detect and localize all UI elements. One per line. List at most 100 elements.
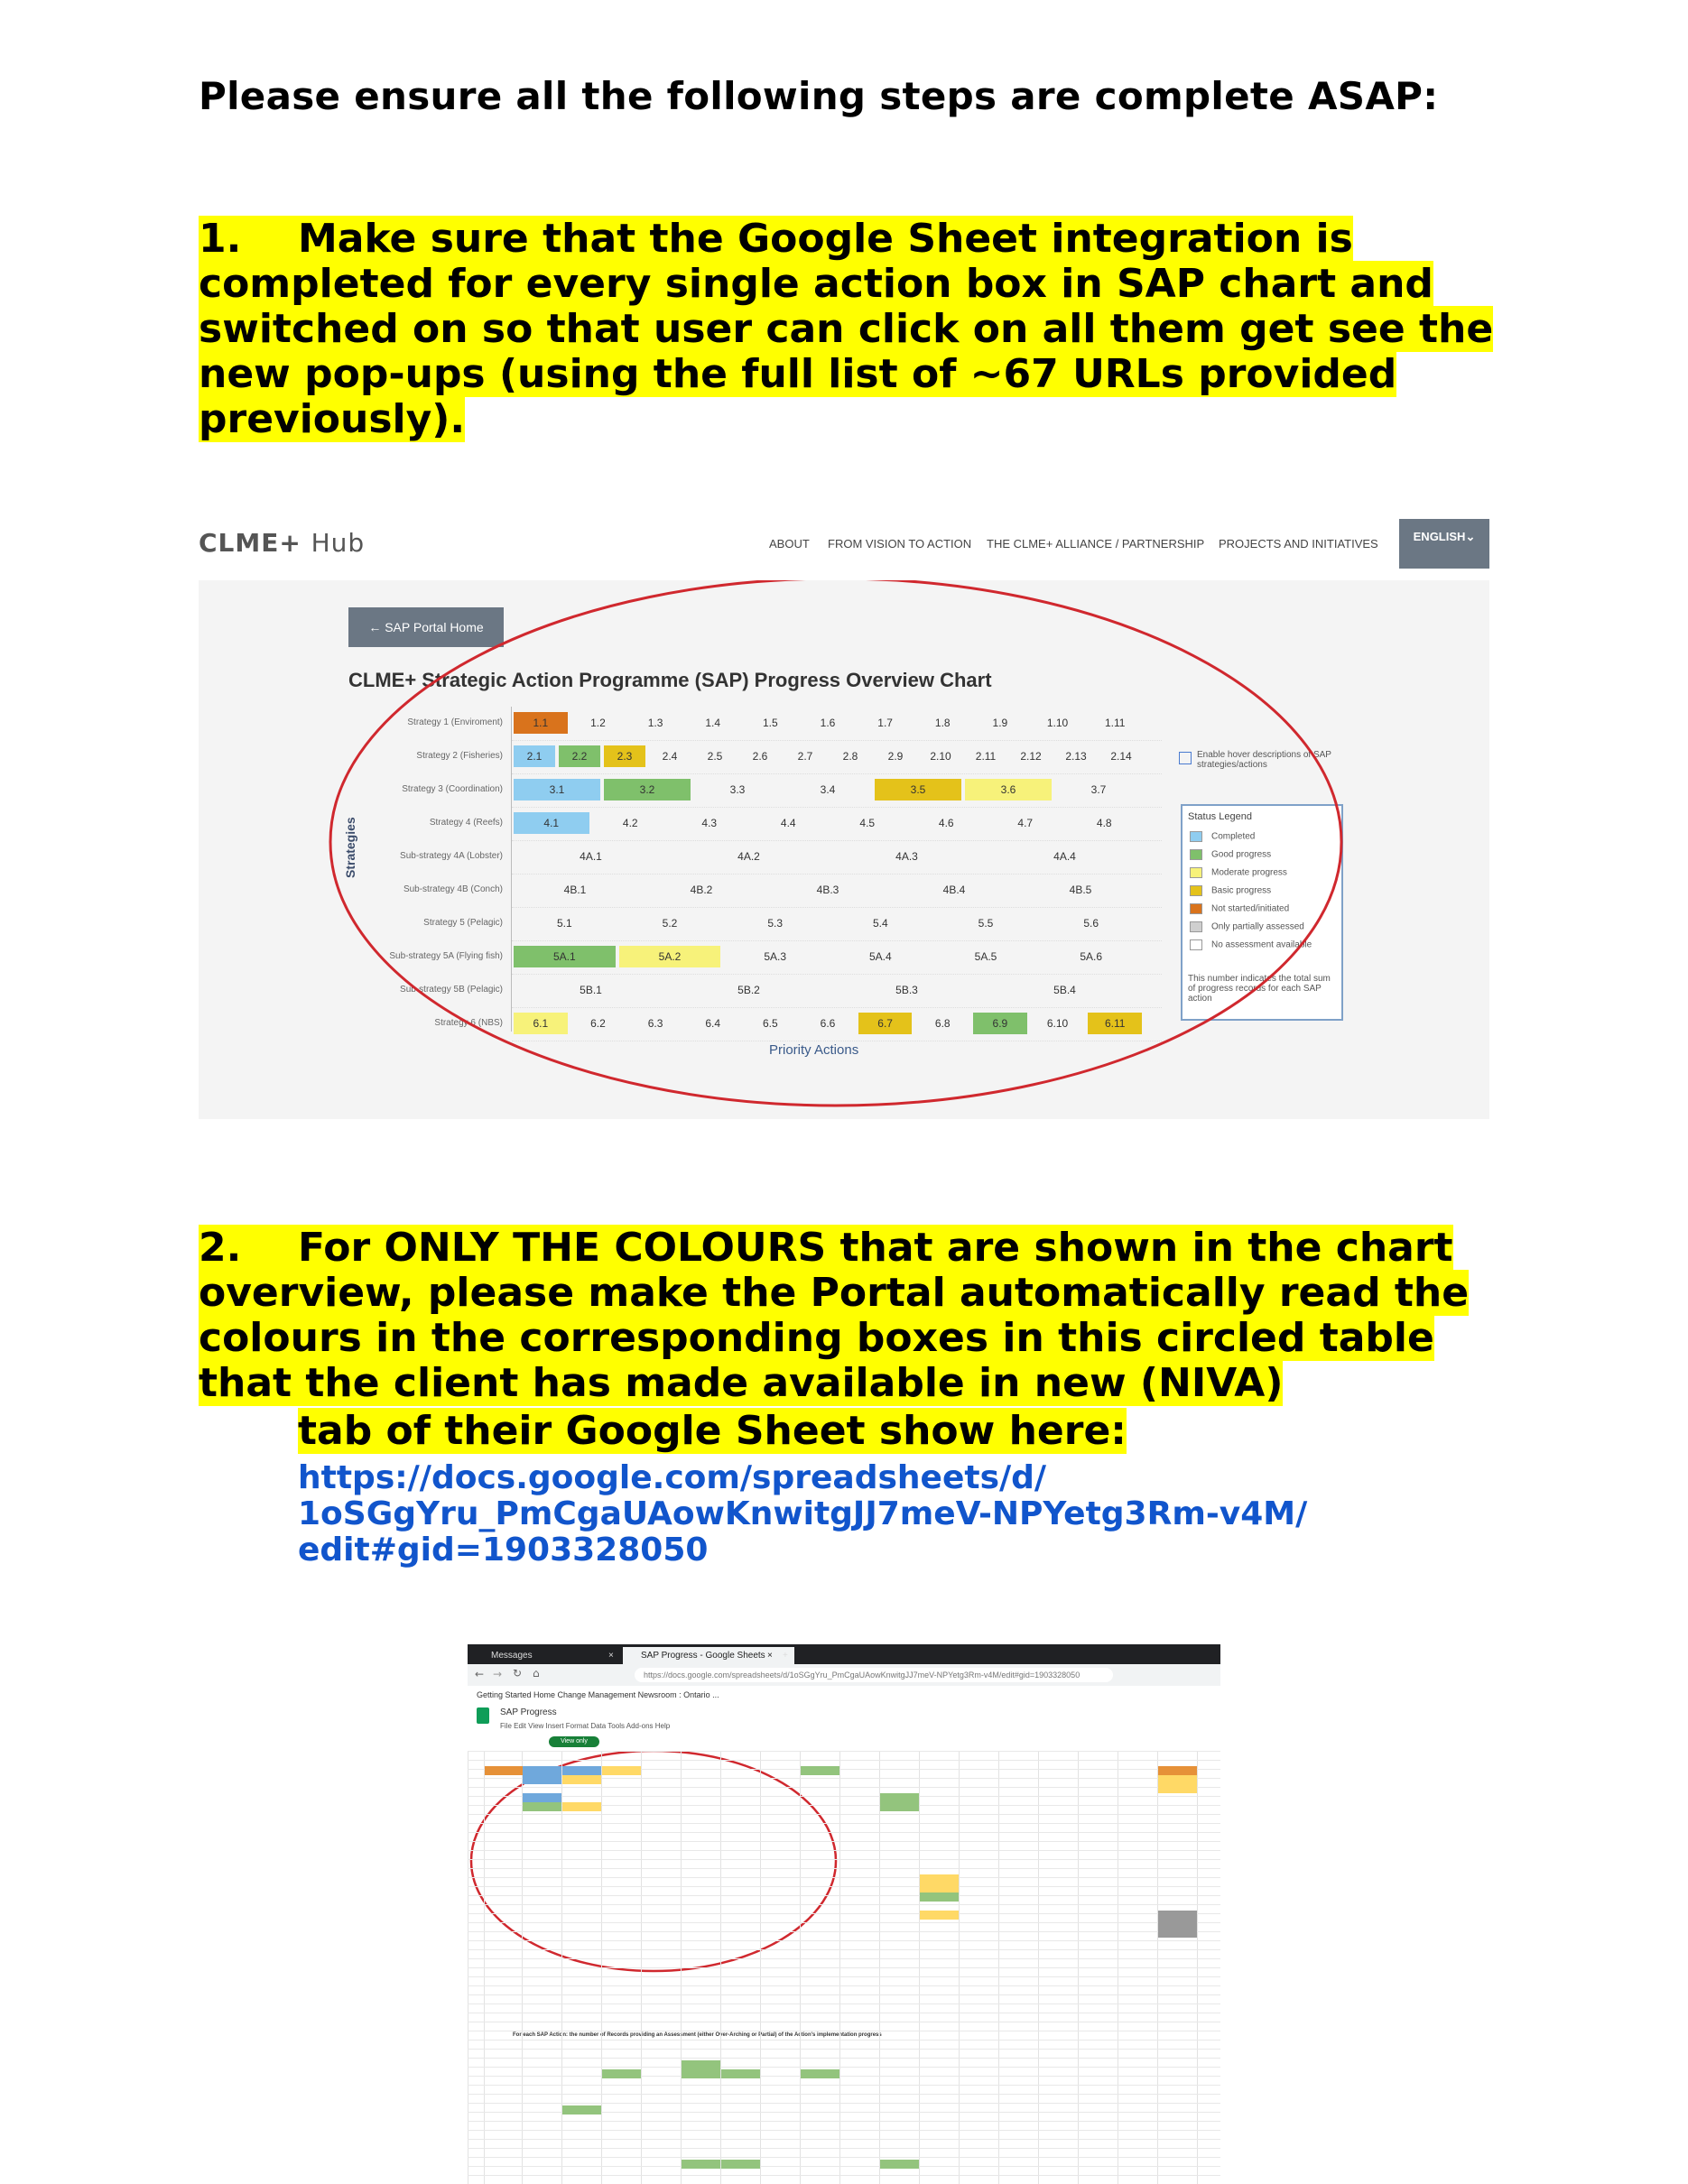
grid-row-line (468, 2130, 1220, 2131)
annotation-circle (329, 580, 1343, 1107)
step-1: 1. Make sure that the Google Sheet integr… (199, 216, 1498, 442)
grid-row-line (468, 1967, 1220, 1968)
grid-row-line (468, 1949, 1220, 1950)
grid-row-line (468, 1796, 1220, 1797)
sheet-cell (801, 1766, 839, 1775)
nav-about[interactable]: ABOUT (769, 537, 810, 551)
step-2-number: 2. (199, 1225, 242, 1271)
nav-vision[interactable]: FROM VISION TO ACTION (828, 537, 971, 551)
grid-row-line (468, 2058, 1220, 2059)
sheet-cell (920, 1874, 959, 1883)
sheet-cell (523, 1766, 561, 1775)
sheet-cell (1158, 1920, 1197, 1929)
page-heading: Please ensure all the following steps ar… (199, 74, 1439, 118)
grid-row-line (468, 2166, 1220, 2167)
sheet-cell (721, 2160, 760, 2169)
sheet-cell (1158, 1775, 1197, 1784)
grid-row-line (468, 1913, 1220, 1914)
back-icon[interactable]: ← (475, 1668, 484, 1680)
grid-row-line (468, 1931, 1220, 1932)
grid-row-line (468, 1841, 1220, 1842)
reload-icon[interactable]: ↻ (513, 1667, 522, 1680)
grid-row-line (468, 1985, 1220, 1986)
forward-icon[interactable]: → (493, 1668, 502, 1680)
grid-row-line (468, 1832, 1220, 1833)
sheet-cell (801, 2069, 839, 2078)
grid-row-line (468, 1868, 1220, 1869)
grid-row-line (468, 1760, 1220, 1761)
nav-projects[interactable]: PROJECTS AND INITIATIVES (1219, 537, 1378, 551)
sheet-cell (920, 1892, 959, 1902)
sheet-cell (562, 1802, 601, 1811)
sheet-cell (682, 2160, 720, 2169)
grid-row-line (468, 2094, 1220, 2095)
sheet-cell (485, 1766, 524, 1775)
grid-row-line (468, 2085, 1220, 2086)
grid-row-line (468, 1904, 1220, 1905)
chart-panel: ← SAP Portal Home CLME+ Strategic Action… (199, 580, 1489, 1119)
language-selector[interactable]: ENGLISH⌄ (1399, 519, 1489, 569)
browser-tab-bar: Messages × SAP Progress - Google Sheets × … (468, 1644, 1220, 1664)
new-tab-button[interactable]: + (779, 1647, 788, 1664)
grid-row-line (468, 2148, 1220, 2149)
grid-row-line (468, 2139, 1220, 2140)
grid-row-line (468, 2076, 1220, 2077)
google-sheet-screenshot: Messages × SAP Progress - Google Sheets × … (468, 1644, 1220, 2184)
sheet-cell (1158, 1911, 1197, 1920)
grid-row-line (468, 1877, 1220, 1878)
view-only-badge[interactable]: View only (549, 1736, 599, 1747)
step-1-number: 1. (199, 216, 242, 262)
sheet-cell (880, 1802, 919, 1811)
nav-alliance[interactable]: THE CLME+ ALLIANCE / PARTNERSHIP (987, 537, 1204, 551)
sheet-cell (602, 2069, 641, 2078)
grid-row-line (468, 1859, 1220, 1860)
grid-row-line (468, 2121, 1220, 2122)
document-title[interactable]: SAP Progress (500, 1707, 557, 1717)
grid-row-line (468, 1958, 1220, 1959)
browser-toolbar: ← → ↻ ⌂ https://docs.google.com/spreadsh… (468, 1664, 1220, 1686)
sheets-menu[interactable]: File Edit View Insert Format Data Tools … (500, 1722, 670, 1730)
sheets-logo-icon (477, 1707, 489, 1724)
step-2-text: For ONLY THE COLOURS that are shown in t… (199, 1225, 1470, 1406)
bookmarks-bar: Getting Started Home Change Management N… (468, 1686, 1220, 1705)
sheet-cell (523, 1802, 561, 1811)
sheet-cell (1158, 1766, 1197, 1775)
grid-row-line (468, 2157, 1220, 2158)
grid-row-line (468, 1850, 1220, 1851)
grid-row-line (468, 2067, 1220, 2068)
sheet-cell (562, 1766, 601, 1775)
step-2-continuation: tab of their Google Sheet show here: (298, 1408, 1127, 1454)
grid-row-line (468, 2040, 1220, 2041)
step-2: 2. For ONLY THE COLOURS that are shown in… (199, 1225, 1498, 1406)
grid-row-line (468, 2175, 1220, 2176)
grid-row-line (468, 1814, 1220, 1815)
tab-sap-progress[interactable]: SAP Progress - Google Sheets × (623, 1647, 794, 1664)
sheet-cell (562, 1775, 601, 1784)
sheet-cell (523, 1775, 561, 1784)
home-icon[interactable]: ⌂ (533, 1667, 540, 1680)
grid-row-line (468, 1922, 1220, 1923)
address-bar[interactable]: https://docs.google.com/spreadsheets/d/1… (635, 1668, 1113, 1682)
sheet-cell (880, 1793, 919, 1802)
grid-row-line (468, 1823, 1220, 1824)
sheet-cell (920, 1911, 959, 1920)
sheet-cell (1158, 1784, 1197, 1793)
grid-row-line (468, 1751, 1220, 1752)
clme-logo: CLME+ Hub (199, 528, 366, 558)
spreadsheet-grid: For each SAP Action: the number of Recor… (468, 1751, 1220, 2184)
site-header: CLME+ Hub ABOUT FROM VISION TO ACTION TH… (199, 519, 1489, 578)
tab-messages[interactable]: Messages × (473, 1647, 635, 1664)
google-sheet-link[interactable]: https://docs.google.com/spreadsheets/d/ … (298, 1460, 1307, 1569)
sheet-cell (880, 2160, 919, 2169)
sheet-cell (602, 1766, 641, 1775)
sheet-cell (682, 2069, 720, 2078)
sheet-cell (1158, 1929, 1197, 1938)
grid-row-line (468, 1976, 1220, 1977)
grid-row-line (468, 2049, 1220, 2050)
sheet-cell (682, 2060, 720, 2069)
sheets-header: SAP Progress File Edit View Insert Forma… (468, 1704, 1220, 1749)
grid-row-line (468, 1940, 1220, 1941)
sap-chart-screenshot: CLME+ Hub ABOUT FROM VISION TO ACTION TH… (199, 519, 1489, 1119)
sheet-cell (562, 2105, 601, 2115)
sheet-cell (920, 1883, 959, 1892)
